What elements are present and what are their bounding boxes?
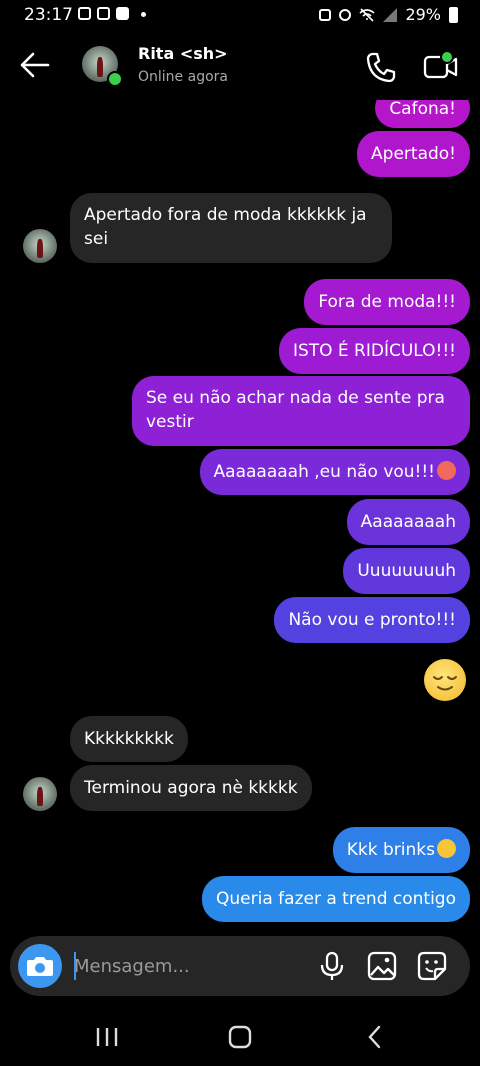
- message-in[interactable]: Terminou agora nè kkkkk: [70, 765, 312, 811]
- online-indicator: [107, 71, 123, 87]
- gallery-notification-icon: [97, 7, 110, 20]
- message-out[interactable]: Aaaaaaaah: [346, 499, 470, 545]
- message-in[interactable]: Apertado fora de moda kkkkkk ja sei: [70, 193, 392, 263]
- camera-icon: [27, 957, 53, 976]
- message-out[interactable]: Kkk brinks: [332, 827, 470, 873]
- sticker-icon[interactable]: [416, 950, 448, 982]
- message-out[interactable]: Aaaaaaaah ,eu não vou!!!: [199, 449, 470, 495]
- video-call-button[interactable]: [422, 48, 460, 84]
- message-thread[interactable]: Cafona! Apertado! Apertado fora de moda …: [0, 100, 480, 930]
- back-nav-icon[interactable]: [360, 1022, 390, 1052]
- contact-avatar-small: [23, 777, 57, 811]
- rolling-laughing-face-emoji: [437, 839, 456, 858]
- system-navigation-bar: [0, 1000, 480, 1066]
- more-notifications-icon: [141, 12, 146, 17]
- camera-button[interactable]: [18, 944, 62, 988]
- text-cursor: [74, 952, 76, 980]
- wifi-off-icon: [359, 7, 375, 22]
- contact-name[interactable]: Rita <sh>: [138, 44, 228, 63]
- message-composer: [10, 936, 470, 996]
- signal-icon: [383, 7, 398, 22]
- phone-call-icon[interactable]: [364, 50, 398, 84]
- message-out[interactable]: Se eu não achar nada de sente pra vestir: [132, 376, 470, 446]
- contact-avatar-small: [23, 229, 57, 263]
- message-out[interactable]: Apertado!: [357, 131, 470, 177]
- microphone-icon[interactable]: [316, 950, 348, 982]
- message-out[interactable]: Fora de moda!!!: [304, 279, 470, 325]
- gallery-icon[interactable]: [366, 950, 398, 982]
- message-out[interactable]: Uuuuuuuuh: [343, 548, 470, 594]
- battery-percent: 29%: [405, 5, 441, 24]
- status-time: 23:17: [24, 5, 73, 25]
- message-out[interactable]: Não vou e pronto!!!: [274, 597, 470, 643]
- lock-icon: [319, 8, 332, 21]
- message-out[interactable]: Cafona!: [375, 100, 470, 128]
- message-input[interactable]: [74, 952, 304, 980]
- message-out[interactable]: ISTO É RIDÍCULO!!!: [278, 328, 470, 374]
- alarm-icon: [339, 8, 352, 21]
- video-active-indicator: [440, 50, 454, 64]
- angry-face-emoji: [437, 461, 456, 480]
- recent-apps-icon[interactable]: [92, 1022, 122, 1052]
- home-icon[interactable]: [225, 1022, 255, 1052]
- app-notification-icon: [116, 7, 129, 20]
- message-out[interactable]: Queria fazer a trend contigo: [202, 876, 470, 922]
- relieved-face-emoji[interactable]: [424, 659, 466, 701]
- status-bar: 23:17 29%: [0, 0, 480, 30]
- chat-header: Rita <sh> Online agora: [0, 30, 480, 100]
- message-in[interactable]: Kkkkkkkkk: [70, 716, 188, 762]
- contact-status: Online agora: [138, 69, 228, 85]
- battery-icon: [449, 6, 458, 23]
- relieved-face-icon: [433, 676, 457, 691]
- back-arrow-icon[interactable]: [18, 50, 52, 80]
- instagram-notification-icon: [78, 7, 91, 20]
